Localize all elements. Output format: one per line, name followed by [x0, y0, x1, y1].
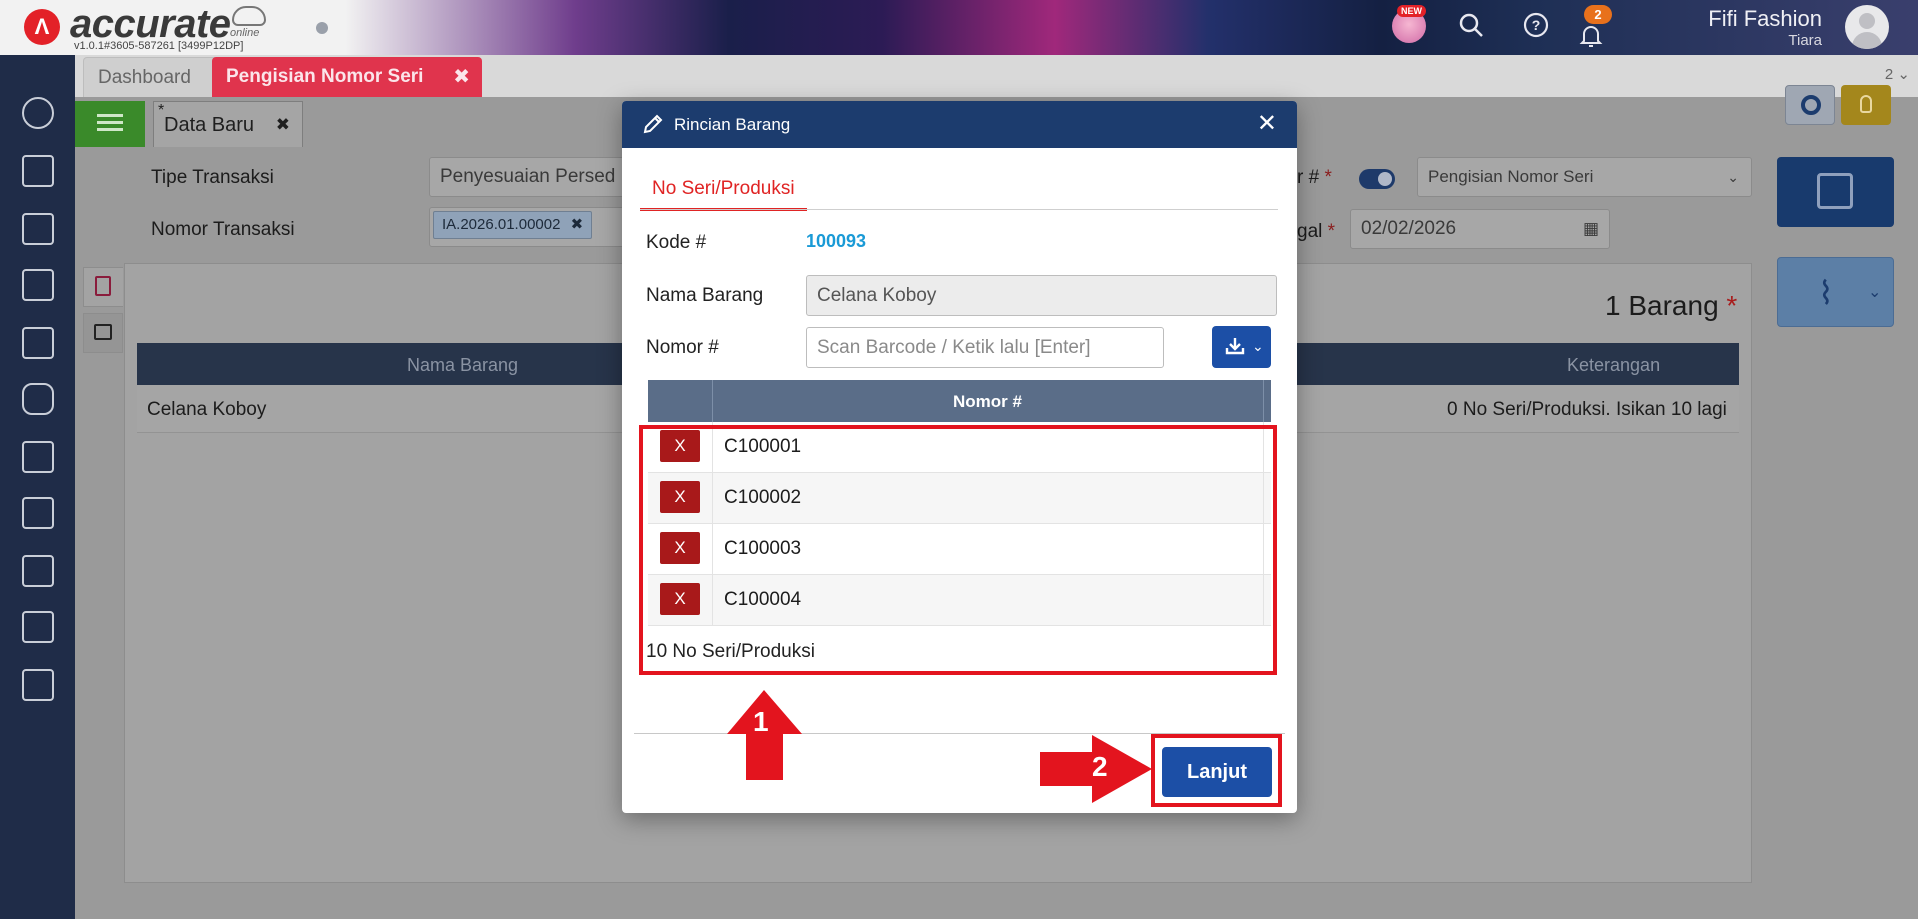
col-nomor: Nomor # — [953, 392, 1022, 411]
bell-icon[interactable] — [1577, 22, 1605, 50]
document-icon — [95, 276, 111, 296]
highlight-lanjut-button — [1151, 734, 1282, 807]
kode-value[interactable]: 100093 — [806, 231, 866, 252]
nama-barang-field: Celana Koboy — [806, 275, 1277, 316]
lightbulb-icon — [1860, 95, 1872, 113]
tab-dashboard[interactable]: Dashboard — [83, 57, 217, 97]
attachment-button[interactable]: ⌇ ⌄ — [1777, 257, 1894, 327]
paperclip-icon: ⌇ — [1818, 275, 1834, 311]
tax-calculator-icon[interactable] — [22, 611, 54, 643]
nomor-transaksi-label: Nomor Transaksi — [151, 219, 295, 240]
tab-label: Pengisian Nomor Seri — [226, 66, 424, 87]
settings-gear-icon[interactable] — [22, 97, 54, 129]
user-avatar[interactable] — [1845, 5, 1889, 49]
close-icon[interactable]: ✕ — [1257, 111, 1277, 137]
help-icon[interactable]: ? — [1522, 12, 1550, 40]
nomor-label: Nomor # — [646, 337, 719, 358]
printer-icon[interactable] — [22, 155, 54, 187]
tipe-select[interactable]: Pengisian Nomor Seri ⌄ — [1417, 157, 1752, 197]
download-icon — [1225, 338, 1245, 355]
detail-tab-info[interactable] — [83, 313, 123, 353]
annotation-number-2: 2 — [1092, 751, 1108, 782]
chevron-down-icon: ⌄ — [1727, 169, 1739, 185]
main-tabs: Dashboard Pengisian Nomor Seri ✖ 2 ⌄ — [75, 55, 1918, 97]
close-tab-icon[interactable]: ✖ — [453, 57, 470, 97]
item-count: 1 Barang * — [1605, 290, 1738, 321]
row-keterangan: 0 No Seri/Produksi. Isikan 10 lagi — [1447, 399, 1727, 420]
info-card-icon — [94, 324, 112, 340]
nomor-transaksi-chip: IA.2026.01.00002 ✖ — [433, 211, 593, 239]
floppy-disk-icon — [1817, 173, 1853, 209]
top-header-bar: Λ accurate online v1.0.1#3605-587261 [34… — [0, 0, 1918, 55]
shopping-cart-icon[interactable] — [22, 441, 54, 473]
ledger-book-icon[interactable] — [22, 269, 54, 301]
chevron-down-icon: ⌄ — [1868, 284, 1882, 301]
chip-label: IA.2026.01.00002 — [442, 216, 561, 233]
subtab-data-baru[interactable]: * Data Baru ✖ — [153, 101, 303, 147]
tipe-toggle[interactable] — [1359, 169, 1395, 189]
report-chart-icon[interactable] — [22, 669, 54, 701]
bank-icon[interactable] — [22, 327, 54, 359]
tab-no-seri-produksi[interactable]: No Seri/Produksi — [640, 167, 807, 211]
col-nama-barang: Nama Barang — [407, 355, 519, 375]
hand-truck-icon[interactable] — [22, 497, 54, 529]
tab-underline — [640, 209, 1278, 210]
nama-barang-label: Nama Barang — [646, 285, 764, 306]
gear-icon — [1801, 95, 1821, 115]
left-sidebar — [0, 55, 75, 919]
modal-title: Rincian Barang — [674, 115, 791, 134]
tipe-transaksi-label: Tipe Transaksi — [151, 167, 274, 188]
tanggal-partial-label: gal * — [1297, 221, 1336, 242]
svg-text:?: ? — [1532, 17, 1541, 33]
modal-header: Rincian Barang ✕ — [622, 101, 1297, 148]
tab-pengisian-nomor-seri[interactable]: Pengisian Nomor Seri ✖ — [212, 57, 482, 97]
kode-label: Kode # — [646, 232, 707, 253]
user-name: Tiara — [1788, 32, 1822, 49]
cloud-icon — [232, 6, 266, 26]
building-icon[interactable] — [22, 213, 54, 245]
search-icon[interactable] — [1457, 12, 1485, 40]
annotation-number-1: 1 — [753, 706, 769, 737]
chevron-down-icon: ⌄ — [1252, 338, 1264, 354]
tab-count-dropdown[interactable]: 2 ⌄ — [1885, 65, 1910, 83]
serial-list-header: Nomor # — [648, 380, 1271, 422]
tanggal-input[interactable]: 02/02/2026 ▦ — [1350, 209, 1610, 249]
logo-sub: online — [230, 27, 260, 39]
tipe-partial-label: r # * — [1297, 167, 1332, 188]
save-button[interactable] — [1777, 157, 1894, 227]
list-view-button[interactable] — [75, 101, 145, 147]
chip-remove-icon[interactable]: ✖ — [571, 216, 584, 233]
subtab-label: Data Baru — [164, 114, 255, 136]
tips-button[interactable] — [1841, 85, 1891, 125]
company-name: Fifi Fashion — [1708, 6, 1822, 31]
settings-button[interactable] — [1785, 85, 1835, 125]
pencil-icon — [643, 114, 663, 134]
calendar-icon[interactable]: ▦ — [1583, 210, 1599, 248]
row-nama-barang: Celana Koboy — [147, 399, 267, 420]
notification-count-badge: 2 — [1584, 5, 1612, 24]
highlight-serial-list — [639, 425, 1277, 675]
detail-tab-document[interactable] — [83, 267, 123, 307]
import-button[interactable]: ⌄ — [1212, 326, 1271, 368]
version-text: v1.0.1#3605-587261 [3499P12DP] — [74, 40, 244, 52]
accurate-logo-icon: Λ — [24, 9, 60, 45]
factory-icon[interactable] — [22, 555, 54, 587]
close-subtab-icon[interactable]: ✖ — [276, 102, 290, 148]
unsaved-asterisk: * — [158, 102, 165, 119]
money-bag-icon[interactable] — [22, 383, 54, 415]
status-dot-icon — [316, 22, 328, 34]
col-keterangan: Keterangan — [1567, 355, 1661, 375]
list-icon — [97, 114, 123, 117]
nomor-seri-input[interactable] — [806, 327, 1164, 368]
new-badge: NEW — [1397, 5, 1426, 17]
